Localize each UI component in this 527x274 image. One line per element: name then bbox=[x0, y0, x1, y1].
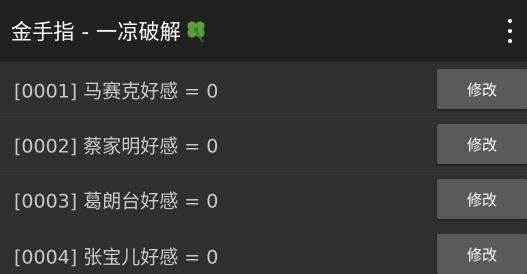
app-toolbar: 金手指 - 一凉破解 bbox=[0, 0, 527, 62]
cheat-label: [0003] 葛朗台好感 = 0 bbox=[14, 190, 219, 212]
list-item: [0002] 蔡家明好感 = 0 修改 bbox=[0, 117, 527, 172]
edit-button[interactable]: 修改 bbox=[437, 124, 527, 164]
more-vert-icon[interactable] bbox=[503, 19, 517, 43]
edit-button[interactable]: 修改 bbox=[437, 69, 527, 109]
cheat-label: [0001] 马赛克好感 = 0 bbox=[14, 80, 219, 102]
list-item: [0004] 张宝儿好感 = 0 修改 bbox=[0, 227, 527, 274]
four-leaf-clover-icon bbox=[187, 21, 205, 43]
list-item: [0001] 马赛克好感 = 0 修改 bbox=[0, 62, 527, 117]
list-item: [0003] 葛朗台好感 = 0 修改 bbox=[0, 172, 527, 227]
cheat-label: [0002] 蔡家明好感 = 0 bbox=[14, 135, 219, 157]
page-title: 金手指 - 一凉破解 bbox=[11, 20, 181, 44]
edit-button[interactable]: 修改 bbox=[437, 179, 527, 219]
edit-button[interactable]: 修改 bbox=[437, 234, 527, 274]
cheat-label: [0004] 张宝儿好感 = 0 bbox=[14, 246, 219, 269]
toolbar-title-container: 金手指 - 一凉破解 bbox=[11, 16, 209, 46]
app-window: 金手指 - 一凉破解 [0001] 马赛克好感 = 0 修改 [0002] 蔡家… bbox=[0, 0, 527, 274]
